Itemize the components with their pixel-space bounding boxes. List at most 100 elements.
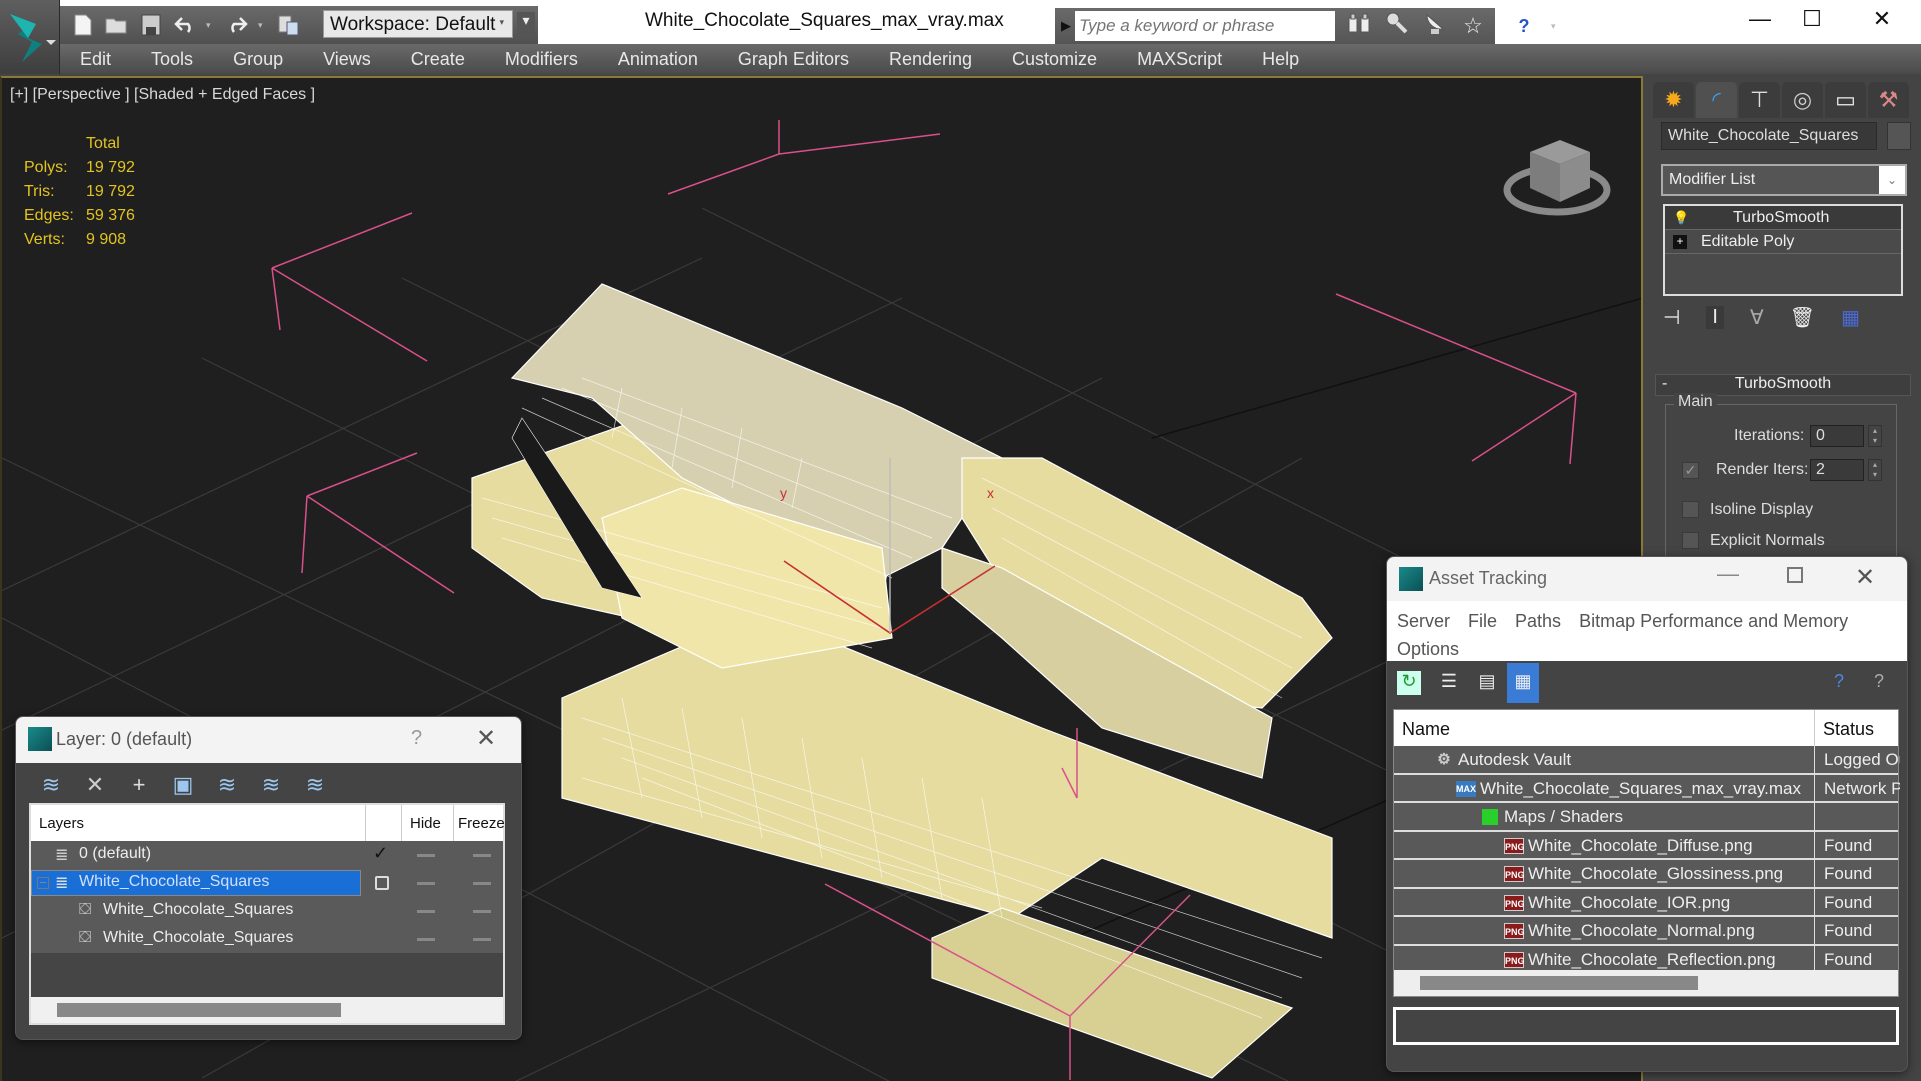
make-unique-icon[interactable]: ∀ <box>1750 305 1764 330</box>
menu-modifiers[interactable]: Modifiers <box>485 49 598 70</box>
close-button[interactable]: ✕ <box>1862 6 1902 36</box>
menu-create[interactable]: Create <box>391 49 485 70</box>
menu-tools[interactable]: Tools <box>131 49 213 70</box>
column-freeze[interactable]: Freeze <box>454 805 505 841</box>
freeze-toggle[interactable] <box>473 854 491 857</box>
create-tab-icon[interactable]: ✹ <box>1653 82 1694 118</box>
expand-arrow-icon[interactable]: ▶ <box>1061 18 1071 34</box>
isoline-display-checkbox[interactable] <box>1682 501 1699 518</box>
asset-row[interactable]: PNG White_Chocolate_Normal.png Found <box>1394 917 1898 946</box>
viewport-label[interactable]: [+] [Perspective ] [Shaded + Edged Faces… <box>10 86 315 104</box>
freeze-all-icon[interactable]: ≋ <box>300 772 330 798</box>
asset-dialog-titlebar[interactable]: Asset Tracking — ✕ <box>1387 557 1907 601</box>
table-view-icon[interactable]: ▦ <box>1507 663 1539 703</box>
menu-maxscript[interactable]: MAXScript <box>1117 49 1242 70</box>
list-view-icon[interactable]: ☰ <box>1437 671 1461 695</box>
stack-item-editable-poly[interactable]: + Editable Poly <box>1665 230 1901 254</box>
undo-icon[interactable] <box>172 12 198 38</box>
render-iters-spinner-arrows[interactable]: ▴ ▾ <box>1868 459 1882 481</box>
menu-views[interactable]: Views <box>303 49 391 70</box>
object-row[interactable]: ⛋ White_Chocolate_Squares <box>31 925 503 953</box>
modify-tab-icon[interactable]: ◜ <box>1696 82 1737 118</box>
viewcube-icon[interactable] <box>1502 122 1612 222</box>
hide-toggle[interactable] <box>417 938 435 941</box>
minimize-button[interactable]: — <box>1740 6 1780 36</box>
render-iters-checkbox[interactable]: ✓ <box>1682 462 1699 479</box>
hide-toggle[interactable] <box>417 882 435 885</box>
motion-tab-icon[interactable]: ◎ <box>1782 82 1823 118</box>
minimize-button[interactable]: — <box>1717 561 1739 587</box>
binoculars-icon[interactable] <box>1347 12 1371 40</box>
modifier-list-dropdown[interactable]: Modifier List ⌄ <box>1661 164 1907 196</box>
help-button[interactable]: ? <box>1511 13 1537 39</box>
menu-help[interactable]: Help <box>1242 49 1319 70</box>
asset-row[interactable]: PNG White_Chocolate_Diffuse.png Found <box>1394 831 1898 860</box>
key-icon[interactable] <box>1385 11 1409 41</box>
hide-toggle[interactable] <box>417 910 435 913</box>
help-button[interactable]: ? <box>411 727 422 750</box>
freeze-toggle[interactable] <box>473 882 491 885</box>
hide-all-icon[interactable]: ≋ <box>256 772 286 798</box>
layer-row[interactable]: ≣ 0 (default) ✓ <box>31 841 503 869</box>
asset-row[interactable]: ⚙ Autodesk Vault Logged Ou <box>1394 746 1900 775</box>
undo-dropdown-icon[interactable]: ▾ <box>206 20 216 31</box>
menu-bitmap-performance[interactable]: Bitmap Performance and Memory <box>1579 611 1848 631</box>
hide-toggle[interactable] <box>417 854 435 857</box>
show-end-result-icon[interactable]: I <box>1706 305 1724 329</box>
utilities-tab-icon[interactable]: ⚒ <box>1868 82 1909 118</box>
configure-sets-icon[interactable]: ▦ <box>1841 305 1860 330</box>
pin-stack-icon[interactable]: ⊣ <box>1663 305 1680 330</box>
display-tab-icon[interactable]: ▭ <box>1825 82 1866 118</box>
new-file-icon[interactable] <box>70 12 96 38</box>
object-row[interactable]: ⛋ White_Chocolate_Squares <box>31 897 503 925</box>
menu-file[interactable]: File <box>1468 611 1497 631</box>
column-hide[interactable]: Hide <box>402 805 454 841</box>
scrollbar-thumb[interactable] <box>57 1003 341 1017</box>
column-layers[interactable]: Layers <box>31 805 366 841</box>
keyword-search-input[interactable] <box>1075 11 1335 41</box>
collapse-icon[interactable]: − <box>37 876 49 889</box>
expand-icon[interactable]: + <box>1673 234 1687 249</box>
iterations-spinner-arrows[interactable]: ▴ ▾ <box>1868 425 1882 447</box>
add-to-layer-icon[interactable]: + <box>124 772 154 798</box>
refresh-icon[interactable]: ↻ <box>1397 671 1421 695</box>
lightbulb-icon[interactable]: 💡 <box>1673 210 1689 226</box>
asset-row[interactable]: MAX White_Chocolate_Squares_max_vray.max… <box>1394 774 1900 803</box>
remove-modifier-icon[interactable]: 🗑 <box>1790 305 1815 330</box>
asset-row[interactable]: PNG White_Chocolate_IOR.png Found <box>1394 888 1898 917</box>
tree-view-icon[interactable]: ▤ <box>1475 671 1499 695</box>
toolbar-overflow-button[interactable]: ▾ <box>517 12 535 38</box>
close-button[interactable]: ✕ <box>476 724 496 753</box>
asset-row[interactable]: PNG White_Chocolate_Glossiness.png Found <box>1394 860 1898 889</box>
select-objects-icon[interactable]: ▣ <box>168 772 198 798</box>
layer-dialog-titlebar[interactable]: Layer: 0 (default) ? ✕ <box>16 717 521 763</box>
help-icon[interactable]: ? <box>1867 671 1891 695</box>
render-iters-spinner[interactable]: 2 <box>1810 459 1864 481</box>
close-button[interactable]: ✕ <box>1855 563 1875 592</box>
online-help-icon[interactable]: ? <box>1827 671 1851 695</box>
project-folder-icon[interactable] <box>276 12 302 38</box>
active-layer-checkmark-icon[interactable]: ✓ <box>373 843 388 864</box>
stack-item-turbosmooth[interactable]: 💡 TurboSmooth <box>1665 206 1901 230</box>
horizontal-scrollbar[interactable] <box>1394 970 1898 996</box>
select-layer-icon[interactable]: ≋ <box>212 772 242 798</box>
menu-paths[interactable]: Paths <box>1515 611 1561 631</box>
freeze-toggle[interactable] <box>473 910 491 913</box>
menu-group[interactable]: Group <box>213 49 303 70</box>
maximize-button[interactable] <box>1787 567 1803 583</box>
redo-icon[interactable] <box>224 12 250 38</box>
object-color-swatch[interactable] <box>1887 122 1911 150</box>
new-layer-icon[interactable]: ≋ <box>36 772 66 798</box>
redo-dropdown-icon[interactable]: ▾ <box>258 20 268 31</box>
horizontal-scrollbar[interactable] <box>31 997 503 1023</box>
menu-server[interactable]: Server <box>1397 611 1450 631</box>
menu-animation[interactable]: Animation <box>598 49 718 70</box>
help-dropdown-icon[interactable]: ▾ <box>1551 21 1556 32</box>
asset-row[interactable]: Maps / Shaders <box>1394 803 1898 832</box>
save-icon[interactable] <box>138 12 164 38</box>
menu-options[interactable]: Options <box>1397 639 1459 659</box>
explicit-normals-checkbox[interactable] <box>1682 532 1699 549</box>
column-current[interactable] <box>366 805 402 841</box>
set-active-checkbox[interactable] <box>375 876 389 890</box>
delete-layer-icon[interactable]: ✕ <box>80 772 110 798</box>
